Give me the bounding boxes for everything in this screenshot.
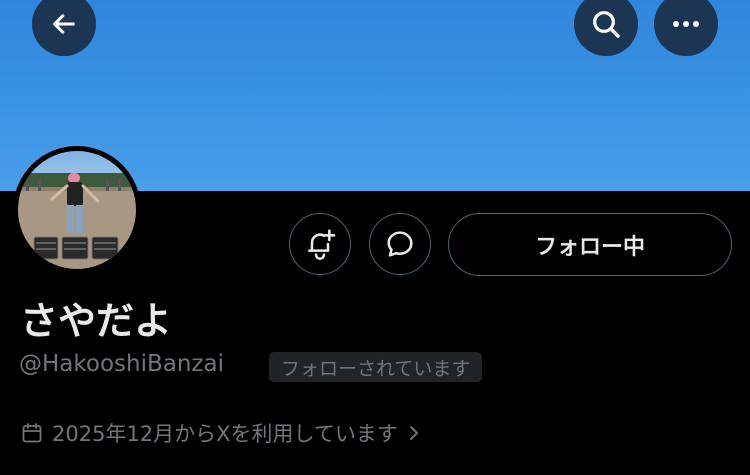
joined-text: 2025年12月からXを利用しています — [52, 422, 398, 446]
username-handle: @HakooshiBanzai — [19, 351, 224, 377]
following-button[interactable]: フォロー中 — [448, 213, 732, 276]
message-bubble-icon — [387, 231, 413, 257]
message-button[interactable] — [369, 213, 431, 275]
arrow-left-icon — [53, 14, 75, 34]
avatar[interactable] — [13, 146, 141, 274]
search-icon — [593, 11, 620, 38]
follows-you-badge: フォローされています — [269, 352, 483, 382]
chevron-right-icon — [409, 426, 418, 440]
avatar-photo — [18, 151, 136, 269]
bell-plus-icon — [308, 229, 336, 260]
joined-date[interactable]: 2025年12月からXを利用しています — [20, 418, 422, 448]
display-name: さやだよ — [20, 299, 173, 343]
calendar-icon — [22, 423, 42, 443]
notifications-button[interactable] — [289, 213, 351, 275]
more-horizontal-icon — [673, 21, 699, 27]
